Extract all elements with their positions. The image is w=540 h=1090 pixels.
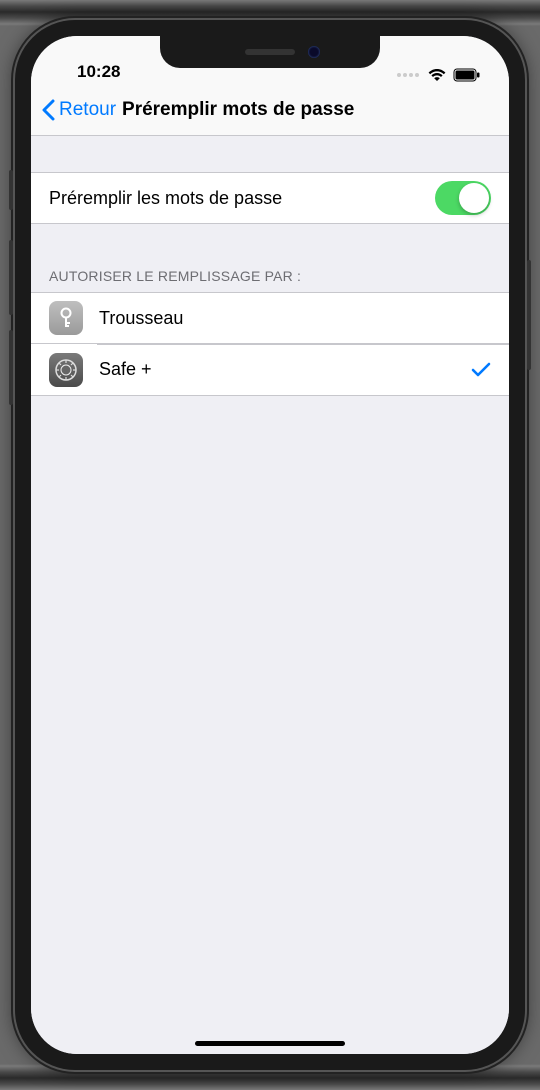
- status-icons: [397, 68, 481, 82]
- checkmark-icon: [471, 361, 491, 379]
- device-frame: 10:28 Retour: [15, 20, 525, 1070]
- side-button: [9, 170, 13, 210]
- notch: [160, 36, 380, 68]
- side-button: [9, 240, 13, 315]
- content-area: Préremplir les mots de passe AUTORISER L…: [31, 136, 509, 1054]
- keychain-icon: [49, 301, 83, 335]
- home-indicator[interactable]: [195, 1041, 345, 1046]
- side-button: [527, 260, 531, 370]
- back-button[interactable]: Retour: [41, 99, 116, 121]
- battery-icon: [453, 68, 481, 82]
- toggle-knob: [459, 183, 489, 213]
- provider-label: Trousseau: [99, 308, 491, 329]
- autofill-toggle-switch[interactable]: [435, 181, 491, 215]
- provider-label: Safe +: [99, 359, 471, 380]
- side-button: [9, 330, 13, 405]
- autofill-toggle-label: Préremplir les mots de passe: [49, 188, 435, 209]
- front-camera: [308, 46, 320, 58]
- safe-icon: [49, 353, 83, 387]
- chevron-left-icon: [41, 99, 55, 121]
- provider-row-safeplus[interactable]: Safe +: [31, 344, 509, 396]
- page-title: Préremplir mots de passe: [122, 99, 354, 121]
- nav-bar: Retour Préremplir mots de passe: [31, 84, 509, 136]
- providers-header: AUTORISER LE REMPLISSAGE PAR :: [31, 260, 509, 292]
- screen: 10:28 Retour: [31, 36, 509, 1054]
- autofill-toggle-row[interactable]: Préremplir les mots de passe: [31, 172, 509, 224]
- cellular-dots-icon: [397, 73, 419, 77]
- back-label: Retour: [59, 99, 116, 121]
- speaker-grille: [245, 49, 295, 55]
- wifi-icon: [427, 68, 447, 82]
- status-time: 10:28: [77, 62, 120, 82]
- provider-row-keychain[interactable]: Trousseau: [31, 292, 509, 344]
